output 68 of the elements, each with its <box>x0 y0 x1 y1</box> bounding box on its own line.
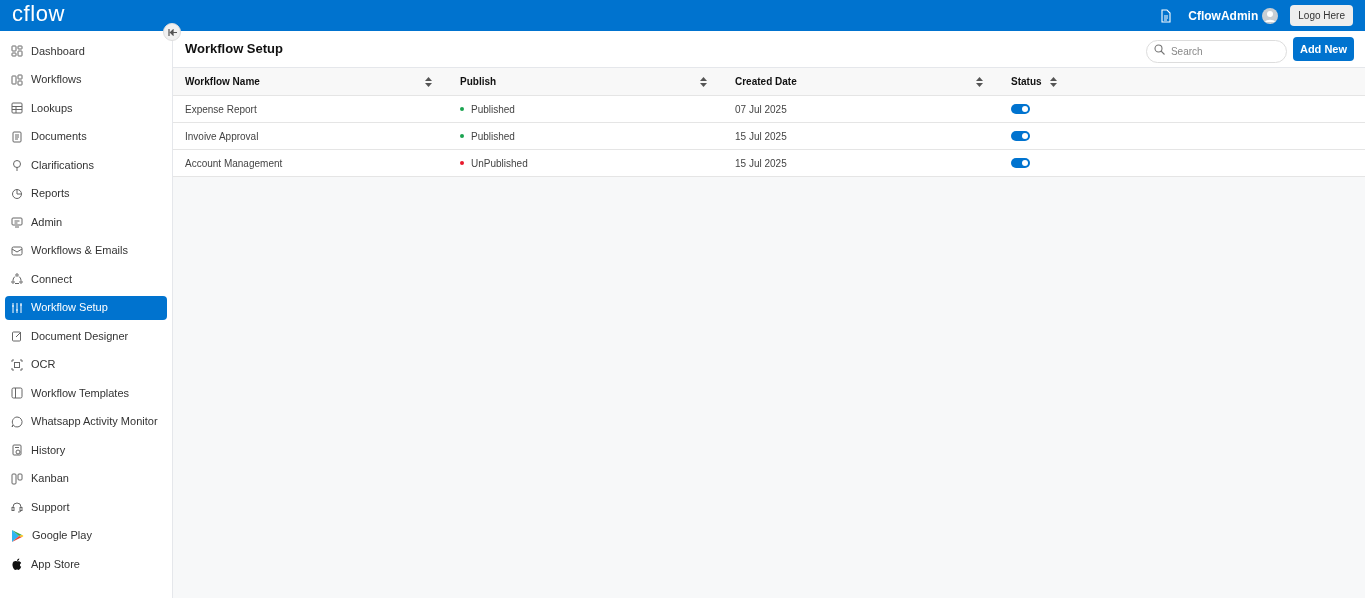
table-cell-text: UnPublished <box>471 156 528 171</box>
monitor-icon <box>11 216 23 228</box>
table-cell-text: Published <box>471 102 515 117</box>
sort-icon[interactable] <box>1050 76 1057 87</box>
sidebar-item[interactable]: Google Play <box>5 523 167 548</box>
sidebar-item[interactable]: Workflows <box>5 67 167 92</box>
edit-icon <box>11 330 23 342</box>
layout-icon <box>11 387 23 399</box>
chat-icon <box>11 415 23 428</box>
envelope-icon <box>11 244 23 257</box>
page-title: Workflow Setup <box>185 40 283 59</box>
table-cell-text: 15 Jul 2025 <box>735 129 787 144</box>
table-cell-text: 15 Jul 2025 <box>735 156 787 171</box>
sliders-icon <box>11 301 23 314</box>
sidebar-item[interactable]: Document Designer <box>5 324 167 348</box>
network-icon <box>11 273 23 285</box>
scan-icon <box>11 358 23 371</box>
table-cell-text: Expense Report <box>185 102 257 117</box>
status-toggle[interactable] <box>1011 104 1030 114</box>
sidebar-item[interactable]: Documents <box>5 124 167 149</box>
column-header[interactable]: Status <box>999 68 1073 95</box>
sidebar-item[interactable]: App Store <box>5 552 167 576</box>
workflow-icon <box>11 73 23 86</box>
sidebar-item[interactable]: Admin <box>5 210 167 234</box>
sort-icon[interactable] <box>700 76 707 87</box>
headset-icon <box>11 501 23 513</box>
sidebar-item[interactable]: Lookups <box>5 96 167 120</box>
status-toggle[interactable] <box>1011 131 1030 141</box>
document-icon[interactable] <box>1160 8 1173 23</box>
sidebar-item[interactable]: Reports <box>5 181 167 206</box>
sidebar-item[interactable]: Workflow Setup <box>5 295 167 320</box>
sidebar-item[interactable]: Kanban <box>5 466 167 491</box>
apple-icon <box>11 557 23 571</box>
sidebar-item[interactable]: Dashboard <box>5 39 167 63</box>
user-name[interactable]: CflowAdmin <box>1188 6 1259 25</box>
column-header[interactable]: Publish <box>448 68 723 95</box>
sidebar-item[interactable]: Clarifications <box>5 153 167 177</box>
column-header[interactable]: Workflow Name <box>173 68 448 95</box>
sidebar-item[interactable]: Whatsapp Activity Monitor <box>5 409 167 434</box>
sidebar-item[interactable]: Connect <box>5 267 167 291</box>
add-new-button[interactable]: Add New <box>1292 37 1354 61</box>
column-header[interactable]: Created Date <box>723 68 999 95</box>
grid-icon <box>11 45 23 57</box>
table-cell-text: Invoive Approval <box>185 129 259 144</box>
collapse-icon <box>167 28 177 36</box>
sort-icon[interactable] <box>425 76 432 87</box>
table-cell-text: Account Management <box>185 156 283 171</box>
sidebar-item[interactable]: Workflow Templates <box>5 381 167 405</box>
table-cell-text: 07 Jul 2025 <box>735 102 787 117</box>
search-field[interactable]: Search <box>1145 39 1287 63</box>
document-icon <box>11 130 23 143</box>
pie-chart-icon <box>11 187 23 200</box>
sidebar-item[interactable]: OCR <box>5 352 167 377</box>
lightbulb-icon <box>11 159 23 171</box>
search-icon <box>1153 43 1165 55</box>
app-logo: cflow <box>12 2 65 25</box>
avatar-icon[interactable] <box>1262 7 1279 24</box>
kanban-icon <box>11 472 23 485</box>
status-toggle[interactable] <box>1011 158 1030 168</box>
sidebar-item[interactable]: Workflows & Emails <box>5 238 167 263</box>
table-cell-text: Published <box>471 129 515 144</box>
table-icon <box>11 102 23 114</box>
sort-icon[interactable] <box>976 76 983 87</box>
sidebar-item[interactable]: Support <box>5 495 167 519</box>
logo-button[interactable]: Logo Here <box>1290 5 1353 26</box>
history-icon <box>11 444 23 456</box>
sidebar-item[interactable]: History <box>5 438 167 462</box>
play-store-icon <box>11 528 24 543</box>
